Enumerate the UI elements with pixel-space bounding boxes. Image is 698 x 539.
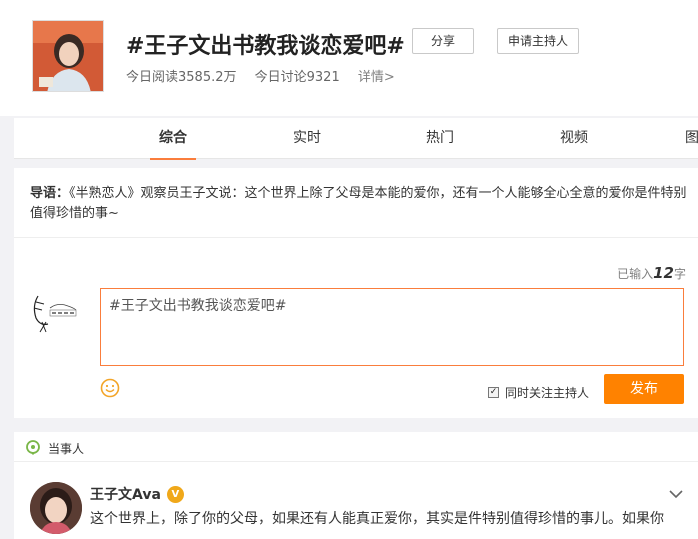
tab-hot[interactable]: 热门 — [417, 118, 463, 159]
people-involved-header: 当事人 — [14, 432, 698, 462]
person-name-text[interactable]: 王子文Ava — [90, 484, 161, 504]
details-link[interactable]: 详情> — [358, 70, 395, 85]
person-post-text: 这个世界上，除了你的父母，如果还有人能真正爱你，其实是件特别值得珍惜的事儿。如果… — [90, 511, 664, 527]
tab-realtime[interactable]: 实时 — [284, 118, 330, 159]
topic-stats: 今日阅读3585.2万 今日讨论9321 详情> — [126, 66, 409, 85]
people-involved-section: 当事人 王子文Ava V 这个世界上，除了你的父母，如果还有人能真正爱你，其实是… — [14, 432, 698, 539]
topic-intro: 导语：《半熟恋人》观察员王子文说：这个世界上除了父母是本能的爱你，还有一个人能够… — [14, 168, 698, 238]
publish-button[interactable]: 发布 — [604, 374, 684, 404]
today-discussions: 今日讨论9321 — [254, 70, 340, 85]
today-reads: 今日阅读3585.2万 — [126, 70, 237, 85]
user-avatar[interactable] — [28, 288, 88, 338]
follow-host-checkbox[interactable]: ✓ — [488, 387, 499, 398]
char-count: 已输入12字 — [617, 264, 686, 282]
topic-tabs: 综合 实时 热门 视频 图 — [14, 118, 698, 160]
topic-cover-image[interactable] — [32, 20, 104, 92]
intro-prefix: 导语： — [30, 186, 70, 201]
person-name[interactable]: 王子文Ava V — [90, 484, 184, 504]
char-count-value: 12 — [653, 264, 674, 282]
follow-host-label: 同时关注主持人 — [505, 386, 590, 400]
topic-header: #王子文出书教我谈恋爱吧# 分享 申请主持人 今日阅读3585.2万 今日讨论9… — [0, 0, 698, 116]
person-avatar[interactable] — [30, 482, 82, 534]
share-button[interactable]: 分享 — [412, 28, 474, 54]
chevron-down-icon[interactable] — [669, 484, 683, 499]
tab-pictures[interactable]: 图 — [685, 118, 698, 159]
verified-badge-icon: V — [166, 485, 184, 503]
intro-text: 《半熟恋人》观察员王子文说：这个世界上除了父母是本能的爱你，还有一个人能够全心全… — [30, 186, 687, 221]
char-count-prefix: 已输入 — [617, 267, 654, 281]
post-input[interactable]: #王子文出书教我谈恋爱吧# — [100, 288, 684, 366]
char-count-suffix: 字 — [673, 267, 686, 281]
tab-video[interactable]: 视频 — [551, 118, 597, 159]
follow-host-option[interactable]: ✓ 同时关注主持人 — [488, 384, 589, 401]
apply-host-button[interactable]: 申请主持人 — [497, 28, 579, 54]
topic-title: #王子文出书教我谈恋爱吧# — [126, 34, 405, 59]
post-composer: 已输入12字 #王子文出书教我谈恋爱吧# ✓ 同时关注主持人 发布 — [14, 238, 698, 418]
tab-overview[interactable]: 综合 — [150, 118, 196, 160]
emoji-icon[interactable] — [100, 378, 120, 398]
location-pin-icon — [25, 440, 41, 456]
people-involved-label: 当事人 — [48, 442, 85, 456]
